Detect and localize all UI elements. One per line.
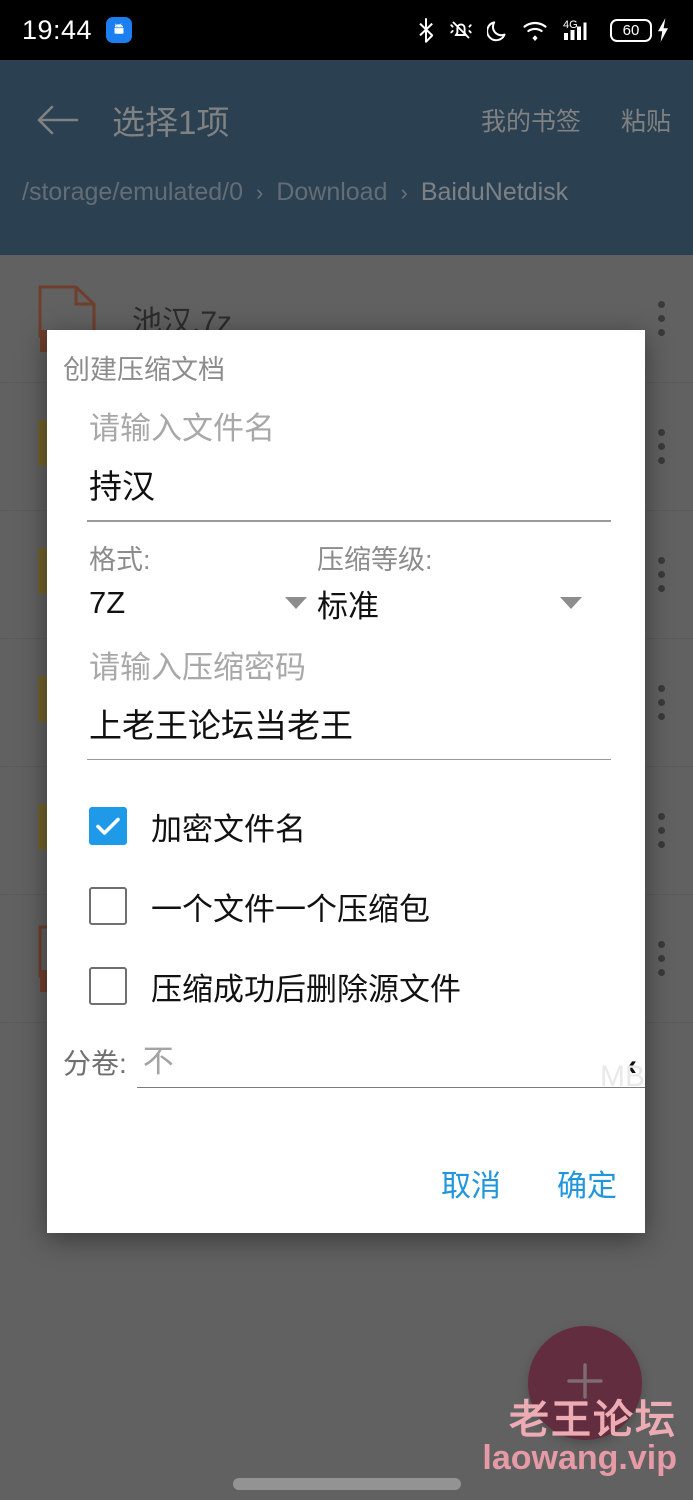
page-title: 选择1项 [112, 104, 230, 141]
check-icon [96, 817, 120, 835]
dialog-buttons: 取消 确定 [441, 1161, 617, 1205]
breadcrumb-item-baidunetdisk[interactable]: BaiduNetdisk [421, 178, 568, 207]
spinner-labels-row: 格式: 压缩等级: [47, 522, 645, 577]
cancel-button[interactable]: 取消 [441, 1161, 501, 1205]
checkbox-row-encrypt-filenames[interactable]: 加密文件名 [89, 786, 645, 866]
svg-text:4G: 4G [563, 19, 578, 31]
chevron-right-icon: › [255, 179, 264, 205]
app-bar-top-row: 选择1项 我的书签 粘贴 [0, 60, 693, 180]
filename-field-block: 请输入文件名 持汉 [47, 403, 645, 522]
password-field-block: 请输入压缩密码 上老王论坛当老王 [47, 642, 645, 761]
three-dot-overflow-icon[interactable] [639, 668, 683, 738]
vibrate-mute-icon [448, 17, 474, 43]
compression-level-select[interactable]: 标准 [317, 581, 592, 626]
filename-placeholder: 请输入文件名 [89, 411, 275, 446]
breadcrumb: /storage/emulated/0 › Download › BaiduNe… [22, 178, 693, 207]
wifi-icon [522, 18, 550, 42]
format-select[interactable]: 7Z [89, 585, 317, 621]
status-clock: 19:44 [22, 14, 93, 45]
format-selected-value: 7Z [89, 585, 126, 621]
battery-icon: 60 [610, 18, 652, 42]
breadcrumb-item-download[interactable]: Download [276, 178, 387, 207]
compression-level-label: 压缩等级: [317, 544, 433, 575]
my-bookmarks-action[interactable]: 我的书签 [481, 102, 581, 138]
status-bar-right: 4G 60 [417, 17, 671, 43]
split-input[interactable]: 不 ‹ [136, 1036, 645, 1089]
three-dot-overflow-icon[interactable] [639, 796, 683, 866]
confirm-button[interactable]: 确定 [557, 1161, 617, 1205]
status-bar-left: 19:44 [22, 14, 133, 46]
do-not-disturb-moon-icon [487, 18, 509, 42]
split-unit-label: MB [600, 1060, 645, 1093]
checkbox-label: 压缩成功后删除源文件 [151, 971, 461, 1007]
checkbox-delete-source-after-compress[interactable] [89, 967, 127, 1006]
phone-screen: 19:44 4G 60 池汉.7z 选择1项 我的书签 粘贴 /storage/… [0, 0, 693, 1500]
checkbox-label: 一个文件一个压缩包 [151, 891, 430, 927]
battery-indicator: 60 [610, 17, 671, 43]
battery-level-text: 60 [622, 21, 640, 39]
add-fab-button[interactable] [528, 1326, 642, 1440]
charging-bolt-icon [655, 17, 671, 43]
bluetooth-icon [417, 17, 435, 43]
filename-input[interactable]: 持汉 [69, 460, 611, 508]
password-input[interactable]: 上老王论坛当老王 [69, 699, 611, 747]
checkbox-row-one-archive-per-file[interactable]: 一个文件一个压缩包 [89, 866, 645, 946]
spinner-row: 7Z 标准 [47, 577, 645, 626]
plus-icon [562, 1358, 608, 1409]
checkbox-label: 加密文件名 [151, 811, 306, 847]
chevron-right-icon: › [400, 179, 408, 205]
password-placeholder: 请输入压缩密码 [89, 649, 306, 685]
checkbox-encrypt-filenames[interactable] [89, 807, 127, 846]
signal-4g-icon: 4G [563, 17, 597, 43]
home-indicator[interactable] [232, 1478, 461, 1490]
three-dot-overflow-icon[interactable] [639, 284, 683, 354]
chevron-down-icon [560, 597, 582, 610]
android-app-icon [106, 17, 133, 43]
back-arrow-icon[interactable] [22, 84, 94, 156]
checkbox-row-delete-source[interactable]: 压缩成功后删除源文件 [89, 946, 645, 1026]
options-checkbox-list: 加密文件名 一个文件一个压缩包 压缩成功后删除源文件 [47, 760, 645, 1026]
breadcrumb-item-root[interactable]: /storage/emulated/0 [22, 178, 243, 207]
three-dot-overflow-icon[interactable] [639, 540, 683, 610]
paste-action[interactable]: 粘贴 [621, 102, 671, 138]
dialog-title: 创建压缩文档 [63, 355, 225, 385]
level-selected-value: 标准 [317, 588, 379, 624]
app-bar-actions: 我的书签 粘贴 [481, 102, 693, 138]
split-label: 分卷: [63, 1048, 127, 1080]
split-value: 不 [142, 1044, 174, 1080]
checkbox-one-archive-per-file[interactable] [89, 887, 127, 926]
create-archive-dialog: 创建压缩文档 请输入文件名 持汉 格式: 压缩等级: 7Z 标准 请输入压缩密码… [47, 330, 645, 1233]
status-bar: 19:44 4G 60 [0, 0, 693, 60]
three-dot-overflow-icon[interactable] [639, 412, 683, 482]
three-dot-overflow-icon[interactable] [639, 924, 683, 994]
format-label: 格式: [89, 544, 151, 575]
split-volume-row: 分卷: 不 ‹ [47, 1026, 645, 1089]
chevron-down-icon [285, 597, 307, 610]
app-bar: 选择1项 我的书签 粘贴 /storage/emulated/0 › Downl… [0, 60, 693, 255]
